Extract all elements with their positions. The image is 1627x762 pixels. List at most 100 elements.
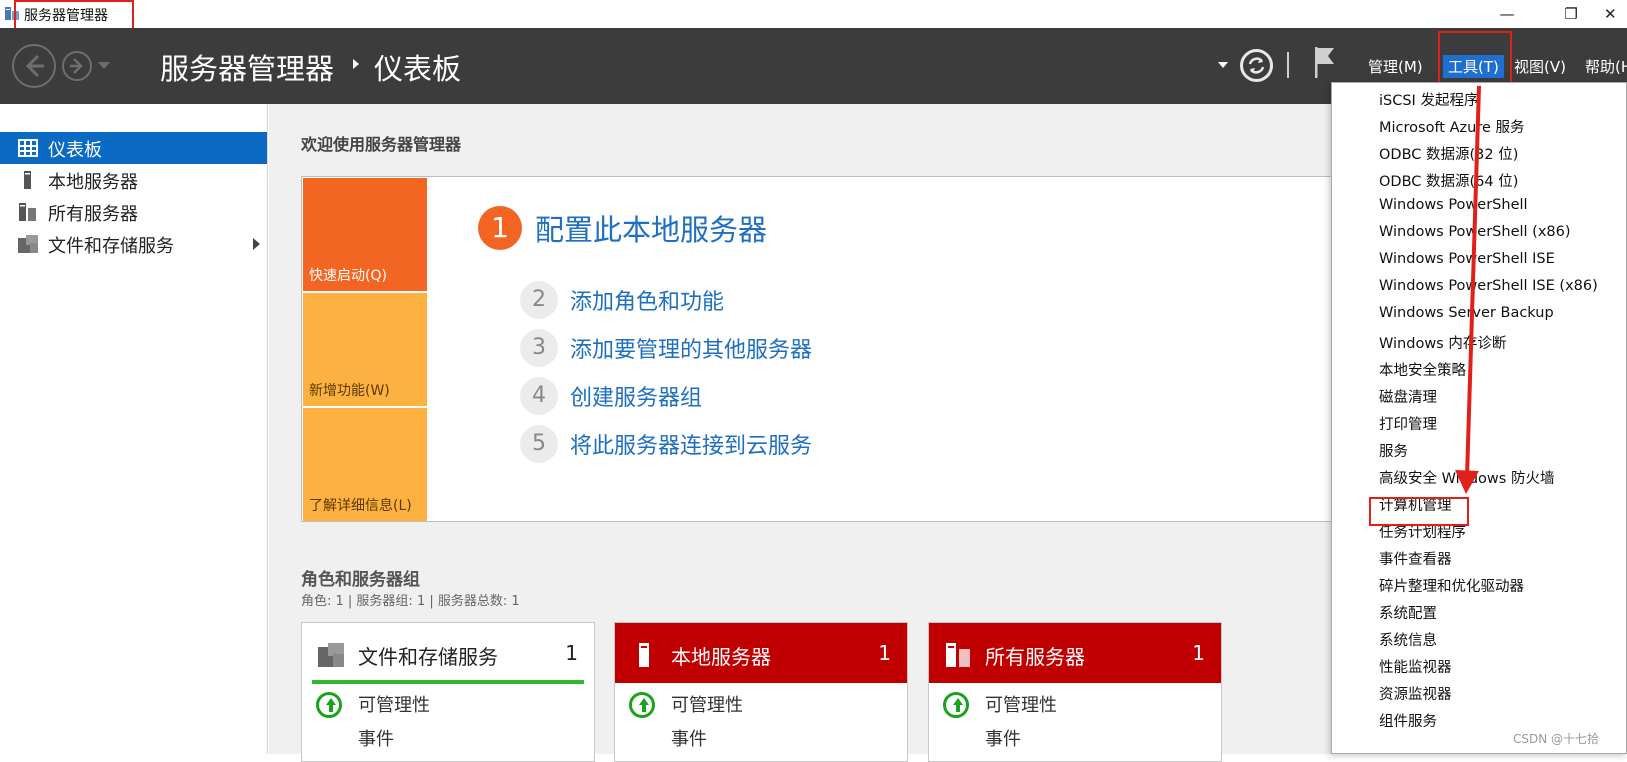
sidebar-item-local-server[interactable]: 本地服务器 [0, 164, 267, 196]
menu-item-iscsi[interactable]: iSCSI 发起程序 [1379, 89, 1478, 110]
card-count: 1 [565, 641, 578, 665]
computer-management-highlight-box [1369, 497, 1469, 526]
step-link[interactable]: 添加要管理的其他服务器 [570, 332, 812, 364]
card-header[interactable]: 所有服务器 1 [929, 623, 1221, 683]
chevron-down-icon[interactable] [1218, 62, 1228, 68]
card-count: 1 [878, 641, 891, 665]
card-events[interactable]: 事件 [358, 725, 394, 751]
sidebar-item-label: 仪表板 [48, 140, 102, 161]
menu-help[interactable]: 帮助(H) [1585, 56, 1627, 77]
server-icon [639, 643, 649, 667]
sidebar: 仪表板 本地服务器 所有服务器 文件和存储服务 [0, 104, 268, 754]
welcome-title: 欢迎使用服务器管理器 [301, 135, 462, 154]
breadcrumb-separator-icon [353, 59, 359, 69]
configure-local-server-link[interactable]: 配置此本地服务器 [535, 207, 767, 249]
card-count: 1 [1192, 641, 1205, 665]
servers-icon [19, 203, 36, 221]
sidebar-item-label: 本地服务器 [48, 172, 138, 193]
step-number: 2 [520, 281, 558, 319]
menu-item-powershell-ise[interactable]: Windows PowerShell ISE [1379, 251, 1555, 267]
menu-view[interactable]: 视图(V) [1514, 56, 1566, 77]
card-events[interactable]: 事件 [671, 725, 707, 751]
header-divider [1287, 52, 1289, 78]
breadcrumb-current: 仪表板 [374, 52, 462, 86]
card-title: 所有服务器 [985, 645, 1085, 669]
tile-whats-new[interactable]: 新增功能(W) [303, 293, 427, 406]
menu-manage[interactable]: 管理(M) [1368, 56, 1423, 77]
card-manageability[interactable]: 可管理性 [985, 691, 1057, 717]
menu-item-local-security-policy[interactable]: 本地安全策略 [1379, 359, 1466, 380]
menu-item-memory-diagnostic[interactable]: Windows 内存诊断 [1379, 332, 1506, 353]
tile-label: 快速启动(Q) [309, 268, 387, 284]
card-local-server[interactable]: 本地服务器 1 可管理性 事件 [614, 622, 908, 762]
menu-item-performance-monitor[interactable]: 性能监视器 [1379, 656, 1452, 677]
menu-item-component-services[interactable]: 组件服务 [1379, 710, 1437, 731]
card-header[interactable]: 文件和存储服务 1 [302, 623, 594, 683]
menu-item-server-backup[interactable]: Windows Server Backup [1379, 305, 1554, 321]
menu-item-powershell[interactable]: Windows PowerShell [1379, 197, 1528, 213]
refresh-icon [1248, 57, 1265, 74]
expand-arrow-icon[interactable] [253, 238, 260, 250]
step-link[interactable]: 创建服务器组 [570, 380, 702, 412]
status-ok-icon [629, 692, 655, 718]
sidebar-item-label: 文件和存储服务 [48, 236, 174, 257]
menu-item-firewall[interactable]: 高级安全 Windows 防火墙 [1379, 467, 1554, 488]
forward-button[interactable] [62, 51, 92, 81]
menu-item-odbc64[interactable]: ODBC 数据源(64 位) [1379, 170, 1518, 191]
card-header[interactable]: 本地服务器 1 [615, 623, 907, 683]
card-file-storage[interactable]: 文件和存储服务 1 可管理性 事件 [301, 622, 595, 762]
status-ok-icon [943, 692, 969, 718]
card-title: 本地服务器 [671, 645, 771, 669]
tile-label: 了解详细信息(L) [309, 498, 412, 514]
menu-item-odbc32[interactable]: ODBC 数据源(32 位) [1379, 143, 1518, 164]
step-number: 3 [520, 329, 558, 367]
menu-item-print-management[interactable]: 打印管理 [1379, 413, 1437, 434]
step-1-number: 1 [478, 206, 522, 250]
sidebar-item-label: 所有服务器 [48, 204, 138, 225]
history-dropdown-icon[interactable] [98, 62, 110, 69]
menu-item-azure[interactable]: Microsoft Azure 服务 [1379, 116, 1525, 137]
server-icon [24, 171, 31, 189]
tile-quick-start[interactable]: 快速启动(Q) [303, 178, 427, 291]
servers-icon [946, 643, 970, 667]
close-button[interactable]: ✕ [1604, 3, 1627, 25]
roles-section-title: 角色和服务器组 [301, 570, 420, 590]
tile-learn-more[interactable]: 了解详细信息(L) [303, 408, 427, 521]
step-link[interactable]: 添加角色和功能 [570, 284, 724, 316]
back-button[interactable] [12, 44, 56, 88]
menu-item-system-config[interactable]: 系统配置 [1379, 602, 1437, 623]
step-link[interactable]: 将此服务器连接到云服务 [570, 428, 812, 460]
arrow-right-icon [70, 58, 83, 74]
minimize-button[interactable]: — [1484, 3, 1530, 25]
menu-item-powershell-x86[interactable]: Windows PowerShell (x86) [1379, 224, 1571, 240]
refresh-button[interactable] [1240, 49, 1273, 82]
sidebar-item-all-servers[interactable]: 所有服务器 [0, 196, 267, 228]
card-events[interactable]: 事件 [985, 725, 1021, 751]
card-manageability[interactable]: 可管理性 [671, 691, 743, 717]
step-number: 5 [520, 425, 558, 463]
status-ok-icon [316, 692, 342, 718]
sidebar-item-file-storage[interactable]: 文件和存储服务 [0, 228, 267, 260]
menu-item-disk-cleanup[interactable]: 磁盘清理 [1379, 386, 1437, 407]
menu-item-system-info[interactable]: 系统信息 [1379, 629, 1437, 650]
menu-item-defrag[interactable]: 碎片整理和优化驱动器 [1379, 575, 1524, 596]
tile-label: 新增功能(W) [309, 383, 390, 399]
dashboard-icon [18, 139, 38, 157]
menu-item-resource-monitor[interactable]: 资源监视器 [1379, 683, 1452, 704]
title-bar: 服务器管理器 — ❐ ✕ [0, 0, 1627, 31]
card-manageability[interactable]: 可管理性 [358, 691, 430, 717]
arrow-left-icon [25, 54, 44, 78]
card-all-servers[interactable]: 所有服务器 1 可管理性 事件 [928, 622, 1222, 762]
sidebar-item-dashboard[interactable]: 仪表板 [0, 132, 267, 164]
menu-item-event-viewer[interactable]: 事件查看器 [1379, 548, 1452, 569]
restore-button[interactable]: ❐ [1548, 3, 1594, 25]
menu-item-services[interactable]: 服务 [1379, 440, 1408, 461]
notification-flag-icon[interactable] [1312, 45, 1338, 79]
breadcrumb-root[interactable]: 服务器管理器 [160, 46, 334, 88]
card-title: 文件和存储服务 [358, 645, 498, 669]
step-number: 4 [520, 377, 558, 415]
title-highlight-box [14, 0, 134, 31]
tools-dropdown-menu: iSCSI 发起程序 Microsoft Azure 服务 ODBC 数据源(3… [1331, 82, 1627, 754]
menu-item-powershell-ise-x86[interactable]: Windows PowerShell ISE (x86) [1379, 278, 1598, 294]
status-bar [312, 680, 584, 684]
